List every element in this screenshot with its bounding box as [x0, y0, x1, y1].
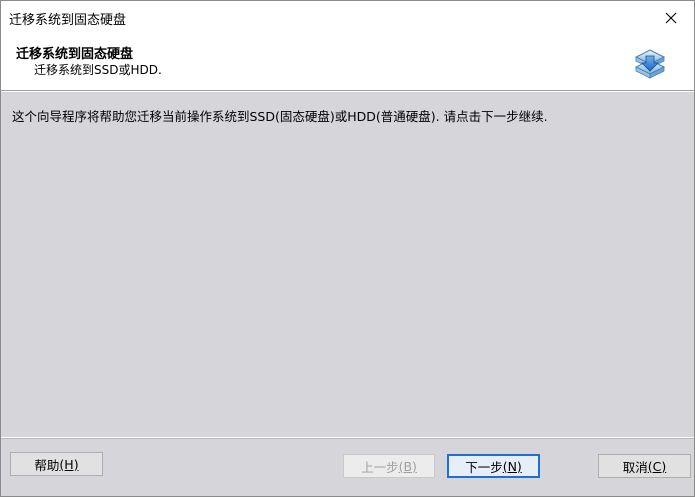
next-button-mnemonic: (N): [502, 458, 522, 474]
wizard-title: 迁移系统到固态硬盘: [16, 47, 134, 62]
help-button-mnemonic: (H): [59, 456, 79, 472]
wizard-subtitle: 迁移系统到SSD或HDD.: [34, 63, 162, 77]
next-button[interactable]: 下一步 (N): [447, 454, 540, 478]
title-bar: 迁移系统到固态硬盘: [1, 1, 694, 34]
back-button-mnemonic: (B): [398, 458, 417, 474]
close-icon: [665, 12, 677, 23]
button-bar: 帮助 (H) 上一步 (B) 下一步 (N) 取消 (C): [1, 437, 694, 496]
next-button-label: 下一步: [465, 459, 503, 475]
wizard-header: 迁移系统到固态硬盘 迁移系统到SSD或HDD.: [1, 34, 694, 91]
back-button-label: 上一步: [361, 459, 399, 475]
back-button[interactable]: 上一步 (B): [343, 454, 435, 478]
close-button[interactable]: [648, 1, 694, 34]
wizard-description: 这个向导程序将帮助您迁移当前操作系统到SSD(固态硬盘)或HDD(普通硬盘). …: [12, 109, 548, 124]
migrate-os-dialog: 迁移系统到固态硬盘 迁移系统到固态硬盘 迁移系统到SSD或HDD. 这个向导程序…: [0, 0, 695, 497]
disk-migrate-icon: [634, 49, 666, 79]
cancel-button-mnemonic: (C): [647, 458, 667, 474]
help-button-label: 帮助: [34, 457, 60, 473]
wizard-content: 这个向导程序将帮助您迁移当前操作系统到SSD(固态硬盘)或HDD(普通硬盘). …: [1, 92, 694, 437]
footer-divider: [1, 438, 694, 439]
help-button[interactable]: 帮助 (H): [10, 452, 103, 476]
cancel-button-label: 取消: [622, 459, 648, 475]
cancel-button[interactable]: 取消 (C): [598, 454, 691, 478]
window-title: 迁移系统到固态硬盘: [9, 13, 127, 28]
